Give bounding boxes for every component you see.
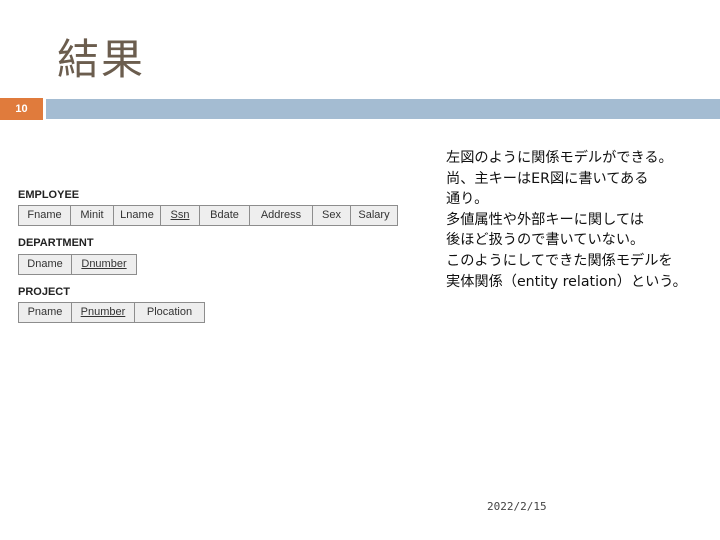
explanation-line: 通り。	[446, 191, 489, 208]
employee-attr-bdate: Bdate	[200, 206, 250, 225]
employee-attr-address: Address	[250, 206, 313, 225]
project-relation-table: Pname Pnumber Plocation	[18, 302, 205, 323]
slide-number: 10	[0, 98, 43, 120]
explanation-line: 実体関係（entity relation）という。	[446, 273, 687, 290]
project-relation-name: PROJECT	[18, 286, 70, 298]
department-relation-name: DEPARTMENT	[18, 237, 94, 249]
project-attr-pname: Pname	[19, 303, 72, 322]
employee-attr-ssn-primary-key: Ssn	[161, 206, 200, 225]
header-bar	[46, 99, 720, 119]
department-relation-table: Dname Dnumber	[18, 254, 137, 275]
explanation-line: 後ほど扱うので書いていない。	[446, 232, 645, 249]
explanation-line: 多値属性や外部キーに関しては	[446, 211, 644, 228]
employee-attr-salary: Salary	[351, 206, 398, 225]
employee-relation-name: EMPLOYEE	[18, 189, 80, 201]
explanation-line: 尚、主キーはER図に書いてある	[446, 170, 649, 187]
department-attr-dname: Dname	[19, 255, 72, 274]
explanation-line: 左図のように関係モデルができる。	[446, 150, 673, 166]
employee-attr-lname: Lname	[114, 206, 161, 225]
explanation-text: 左図のように関係モデルができる。 尚、主キーはER図に書いてある 通り。 多値属…	[446, 148, 716, 292]
slide-title: 結果	[57, 35, 146, 84]
department-attr-dnumber-primary-key: Dnumber	[72, 255, 137, 274]
employee-attr-sex: Sex	[313, 206, 351, 225]
employee-relation-table: Fname Minit Lname Ssn Bdate Address Sex …	[18, 205, 398, 226]
explanation-line: このようにしてできた関係モデルを	[446, 252, 673, 269]
employee-attr-minit: Minit	[71, 206, 114, 225]
project-attr-plocation: Plocation	[135, 303, 205, 322]
employee-attr-fname: Fname	[19, 206, 71, 225]
project-attr-pnumber-primary-key: Pnumber	[72, 303, 135, 322]
slide-date: 2022/2/15	[487, 500, 547, 513]
